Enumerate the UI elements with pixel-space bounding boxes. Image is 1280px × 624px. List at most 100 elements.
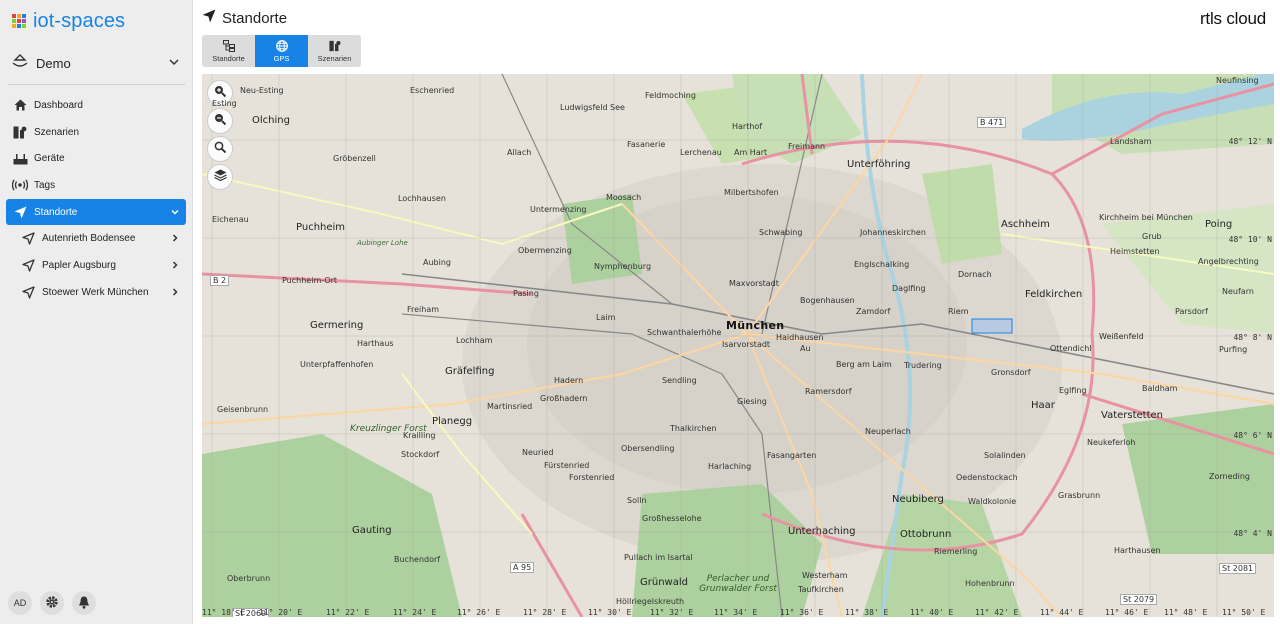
map-label: Moosach (606, 193, 642, 202)
map-label: Parsdorf (1175, 307, 1208, 316)
app-logo-icon (12, 14, 26, 28)
chevron-down-icon (170, 207, 180, 220)
map-label: Englschalking (854, 260, 910, 269)
map-label: Am Hart (734, 148, 768, 157)
map-label: Riem (948, 307, 969, 316)
map-label: Harthof (732, 122, 763, 131)
map-label: Großhadern (540, 394, 588, 403)
lon-tick: 11° 28' E (523, 608, 567, 617)
map-label: Forstenried (569, 473, 615, 482)
map-label: Angelbrechting (1198, 257, 1259, 266)
map-label: Allach (507, 148, 532, 157)
lat-tick: 48° 10' N (1228, 235, 1272, 244)
lon-tick: 11° 44' E (1040, 608, 1084, 617)
map-label: Daglfing (892, 284, 926, 293)
lon-tick: 11° 48' E (1164, 608, 1208, 617)
page-header: Standorte (202, 9, 287, 28)
user-avatar[interactable]: AD (8, 591, 32, 615)
map-label: Eichenau (212, 215, 249, 224)
gps-map[interactable]: Olching Neu-Esting Esting Gröbenzell Esc… (202, 74, 1274, 617)
map-label: Thalkirchen (670, 424, 717, 433)
sidebar-item-geraete[interactable]: Geräte (6, 145, 186, 172)
tab-label: Szenarien (317, 53, 352, 63)
map-label: Lochhausen (398, 194, 446, 203)
lon-tick: 11° 32' E (650, 608, 694, 617)
zoom-out-button[interactable] (207, 108, 233, 134)
sidebar-subitem-stoewer-werk-muenchen[interactable]: Stoewer Werk München (6, 279, 186, 306)
workspace-selector[interactable]: Demo (12, 52, 184, 74)
map-label: Neufarn (1222, 287, 1254, 296)
map-label: Oedenstockach (956, 473, 1018, 482)
map-label: Johanneskirchen (860, 228, 926, 237)
sidebar-subitem-autenrieth-bodensee[interactable]: Autenrieth Bodensee (6, 225, 186, 252)
devices-icon (12, 151, 28, 167)
lat-tick: 48° 4' N (1233, 529, 1272, 538)
map-label: Ramersdorf (805, 387, 852, 396)
chevron-right-icon (170, 233, 180, 246)
map-label: Geisenbrunn (217, 405, 269, 414)
layers-button[interactable] (207, 164, 233, 190)
search-button[interactable] (207, 136, 233, 162)
home-icon (12, 97, 28, 113)
sidebar-item-label: Standorte (34, 206, 78, 218)
tab-label: Standorte (212, 53, 245, 63)
map-label: Buchendorf (394, 555, 441, 564)
map-label: Untermenzing (530, 205, 587, 214)
location-arrow-icon (20, 231, 36, 247)
map-label: Gauting (352, 525, 392, 536)
map-label: Grünwald (640, 577, 688, 588)
sidebar-item-dashboard[interactable]: Dashboard (6, 92, 186, 119)
chevron-right-icon (170, 287, 180, 300)
map-label: Schwanthalerhöhe (647, 328, 722, 337)
map-label: See (610, 103, 625, 112)
lon-tick: 11° 38' E (845, 608, 889, 617)
sidebar-subitem-papler-augsburg[interactable]: Papler Augsburg (6, 252, 186, 279)
sidebar-item-label: Dashboard (34, 99, 83, 111)
lon-tick: 11° 36' E (780, 608, 824, 617)
tab-standorte[interactable]: Standorte (202, 35, 255, 67)
map-label: Berg am Laim (836, 360, 892, 369)
location-arrow-icon (12, 204, 28, 220)
logo-square (22, 14, 26, 18)
sidebar-item-label: Stoewer Werk München (42, 286, 149, 298)
map-label: Harthaus (357, 339, 394, 348)
map-label: Solalinden (984, 451, 1026, 460)
sidebar-item-standorte[interactable]: Standorte (6, 198, 186, 226)
map-label: Gronsdorf (991, 368, 1031, 377)
notifications-button[interactable] (72, 591, 96, 615)
map-label: Maxvorstadt (729, 279, 779, 288)
workspace-label: Demo (36, 55, 71, 71)
map-label: Harthausen (1114, 546, 1161, 555)
scenarios-icon (328, 40, 341, 52)
map-label: Neuperlach (865, 427, 911, 436)
lon-tick: 11° 18' E (202, 608, 246, 617)
settings-button[interactable] (40, 591, 64, 615)
lat-tick: 48° 8' N (1233, 333, 1272, 342)
map-label: Isarvorstadt (722, 340, 771, 349)
lat-tick: 48° 6' N (1233, 431, 1272, 440)
rtls-cloud-logo: rtls cloud (1199, 9, 1266, 28)
logo-square (17, 19, 21, 23)
map-label: Giesing (737, 397, 767, 406)
map-label: Fasanerie (627, 140, 666, 149)
sidebar-footer: AD (8, 591, 96, 615)
sidebar-item-label: Geräte (34, 153, 65, 165)
lon-tick: 11° 20' E (259, 608, 303, 617)
map-label: Zorneding (1209, 472, 1250, 481)
logo-square (22, 24, 26, 28)
tab-szenarien[interactable]: Szenarien (308, 35, 361, 67)
map-label: Milbertshofen (724, 188, 779, 197)
lon-tick: 11° 50' E (1222, 608, 1266, 617)
sidebar-item-szenarien[interactable]: Szenarien (6, 119, 186, 146)
location-arrow-icon (20, 257, 36, 273)
lon-tick: 11° 40' E (910, 608, 954, 617)
sidebar-item-tags[interactable]: Tags (6, 172, 186, 199)
map-label: Grasbrunn (1058, 491, 1101, 500)
map-label: Poing (1205, 219, 1233, 230)
brand[interactable]: iot-spaces (12, 9, 125, 33)
tab-gps[interactable]: GPS (255, 35, 308, 67)
map-label: Großhesselohe (642, 514, 702, 523)
map-label: Neuried (522, 448, 554, 457)
logo-square (12, 14, 16, 18)
map-label: Puchheim (296, 222, 346, 233)
